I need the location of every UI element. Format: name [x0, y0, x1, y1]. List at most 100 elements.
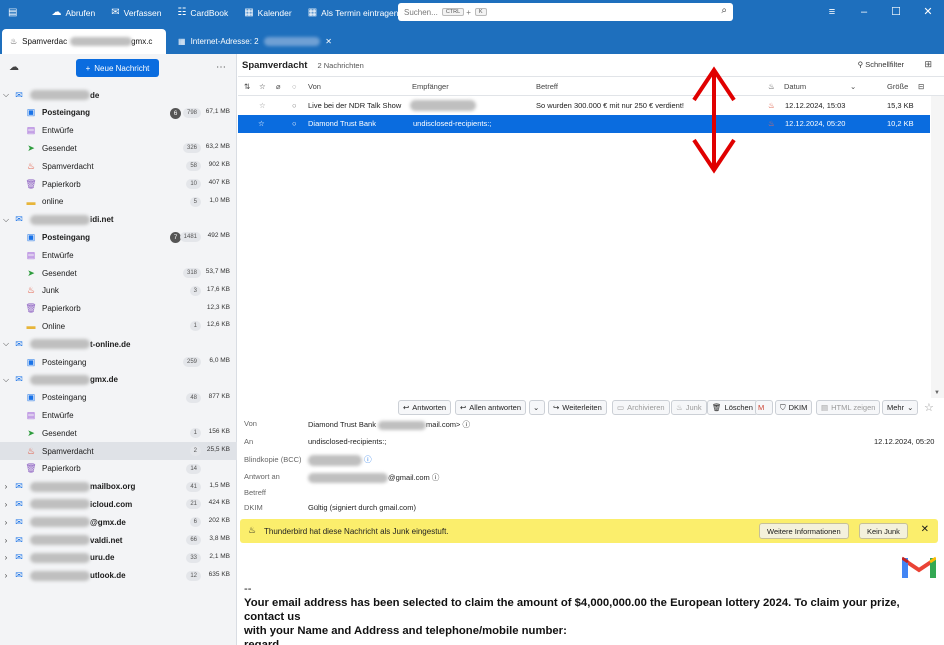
from-value[interactable]: Diamond Trust Bank mail.com> ⓘ — [308, 419, 470, 430]
sort-chevron-icon[interactable]: ⌄ — [850, 82, 856, 91]
folder-row[interactable]: ▣ Posteingang 48 877 KB — [0, 389, 237, 407]
reply-to-label: Antwort an — [244, 472, 280, 481]
folder-row[interactable]: ➤ Gesendet 326 63,2 MB — [0, 139, 237, 157]
reply-all-button[interactable]: ↩ Allen antworten — [455, 400, 526, 415]
quick-filter-button[interactable]: ⚲ Schnellfilter — [858, 60, 904, 69]
info-icon: ⓘ — [364, 455, 372, 464]
folder-row[interactable]: ▤ Entwürfe — [0, 122, 237, 140]
hamburger-menu-icon[interactable]: ≡ — [816, 0, 848, 25]
new-message-button[interactable]: + Neue Nachricht — [76, 59, 159, 77]
minimize-icon[interactable]: – — [848, 0, 880, 25]
column-from[interactable]: Von — [308, 82, 321, 91]
column-picker-icon[interactable]: ⊟ — [918, 82, 924, 91]
chevron-down-icon[interactable]: ⌵ — [0, 339, 12, 349]
chevron-down-icon[interactable]: ⌵ — [0, 215, 12, 225]
close-icon[interactable]: ✕ — [921, 524, 929, 535]
maximize-icon[interactable]: ☐ — [880, 0, 912, 25]
reply-to-value[interactable]: @gmail.com ⓘ — [308, 472, 439, 484]
star-column-icon[interactable]: ☆ — [259, 82, 266, 91]
close-window-icon[interactable]: ✕ — [912, 0, 944, 25]
folder-row[interactable]: ♨ Spamverdacht 2 25,5 KB — [0, 442, 237, 460]
chevron-right-icon[interactable]: › — [0, 500, 12, 509]
chevron-down-icon[interactable]: ⌵ — [0, 90, 12, 100]
tab-spamverdacht[interactable]: ♨ Spamverdac gmx.c — [2, 29, 166, 54]
gmail-addon-button[interactable]: M — [755, 400, 773, 415]
more-button[interactable]: Mehr ⌄ — [882, 400, 919, 415]
column-date[interactable]: Datum — [784, 82, 806, 91]
junk-column-icon[interactable]: ♨ — [768, 82, 775, 91]
account-row[interactable]: ⌵ ✉ de — [0, 86, 237, 104]
dkim-button[interactable]: ⛉ DKIM — [775, 400, 813, 415]
folder-row[interactable]: 🗑 Papierkorb 10 407 KB — [0, 175, 237, 193]
read-status-icon[interactable]: ○ — [292, 119, 297, 128]
column-subject[interactable]: Betreff — [536, 82, 558, 91]
more-information-button[interactable]: Weitere Informationen — [759, 523, 849, 539]
account-row[interactable]: ⌵ ✉ gmx.de — [0, 371, 237, 389]
read-status-icon[interactable]: ○ — [292, 101, 297, 110]
folder-row[interactable]: ▤ Entwürfe — [0, 246, 237, 264]
redacted-text — [30, 517, 90, 528]
account-row[interactable]: › ✉ uru.de 33 2,1 MB — [0, 549, 237, 567]
not-junk-button[interactable]: Kein Junk — [859, 523, 908, 539]
folder-row[interactable]: ▤ Entwürfe — [0, 406, 237, 424]
app-menu-button[interactable]: ▤ — [0, 0, 25, 25]
folder-row[interactable]: ▣ Posteingang 7 1481 492 MB — [0, 228, 237, 246]
column-size[interactable]: Größe — [887, 82, 908, 91]
chevron-right-icon[interactable]: › — [0, 553, 12, 562]
thread-column-icon[interactable]: ⇅ — [244, 82, 250, 91]
folder-row[interactable]: ▬ Online 1 12,6 KB — [0, 317, 237, 335]
search-input[interactable]: Suchen... CTRL + K ⌕ — [398, 3, 733, 21]
chevron-right-icon[interactable]: › — [0, 571, 12, 580]
display-options-icon[interactable]: ⊞ — [924, 59, 932, 70]
account-row[interactable]: › ✉ @gmx.de 6 202 KB — [0, 513, 237, 531]
cardbook-button[interactable]: ☷ CardBook — [169, 0, 236, 25]
folder-row[interactable]: ▣ Posteingang 6 798 67,1 MB — [0, 104, 237, 122]
delete-button[interactable]: 🗑 Löschen — [707, 400, 758, 415]
folder-row[interactable]: ▣ Posteingang 259 6,0 MB — [0, 353, 237, 371]
account-row[interactable]: › ✉ mailbox.org 41 1,5 MB — [0, 478, 237, 496]
tab-internet-address[interactable]: ▦ Internet-Adresse: 2 ✕ — [170, 29, 340, 54]
folder-row[interactable]: ♨ Junk 3 17,6 KB — [0, 282, 237, 300]
scrollbar[interactable]: ▼ — [931, 96, 944, 398]
add-as-event-button[interactable]: ▦ Als Termin eintragen — [300, 0, 407, 25]
chevron-right-icon[interactable]: › — [0, 482, 12, 491]
chevron-down-icon[interactable]: ⌵ — [0, 375, 12, 385]
more-options-icon[interactable]: ⋯ — [216, 62, 226, 73]
star-icon[interactable]: ☆ — [258, 119, 265, 128]
attachment-column-icon[interactable]: ⌀ — [276, 82, 281, 91]
folder-row[interactable]: ➤ Gesendet 318 53,7 MB — [0, 264, 237, 282]
scroll-down-icon[interactable]: ▼ — [934, 390, 940, 396]
star-icon[interactable]: ☆ — [259, 101, 266, 110]
close-tab-icon[interactable]: ✕ — [325, 37, 332, 46]
junk-button[interactable]: ♨ Junk — [671, 400, 707, 415]
chevron-right-icon[interactable]: › — [0, 536, 12, 545]
star-icon[interactable]: ☆ — [924, 401, 934, 414]
account-row[interactable]: ⌵ ✉ idi.net — [0, 211, 237, 229]
account-row[interactable]: › ✉ valdi.net 66 3,8 MB — [0, 531, 237, 549]
folder-row[interactable]: 🗑 Papierkorb 12,3 KB — [0, 300, 237, 318]
fetch-button[interactable]: ☁ Abrufen — [43, 0, 103, 25]
folder-row[interactable]: ➤ Gesendet 1 156 KB — [0, 424, 237, 442]
to-value[interactable]: undisclosed-recipients:; — [308, 437, 386, 446]
show-html-button[interactable]: ▤ HTML zeigen — [816, 400, 881, 415]
folder-row[interactable]: ▬ online 5 1,0 MB — [0, 193, 237, 211]
chevron-right-icon[interactable]: › — [0, 518, 12, 527]
message-row[interactable]: ☆ ○ Live bei der NDR Talk Show So wurden… — [238, 97, 930, 115]
reply-button[interactable]: ↩ Antworten — [398, 400, 452, 415]
forward-button[interactable]: ↪ Weiterleiten — [548, 400, 607, 415]
compose-button[interactable]: ✉ Verfassen — [103, 0, 169, 25]
read-column-icon[interactable]: ◌ — [292, 82, 296, 91]
calendar-button[interactable]: ▦ Kalender — [236, 0, 299, 25]
get-messages-icon[interactable]: ☁ — [9, 62, 19, 73]
archive-button[interactable]: ▭ Archivieren — [612, 400, 670, 415]
message-row-selected[interactable]: ☆ ○ Diamond Trust Bank undisclosed-recip… — [238, 115, 930, 133]
folder-row[interactable]: 🗑 Papierkorb 14 — [0, 460, 237, 478]
account-row[interactable]: ⌵ ✉ t-online.de — [0, 335, 237, 353]
bcc-value[interactable]: ⓘ — [308, 454, 372, 466]
column-recipient[interactable]: Empfänger — [412, 82, 449, 91]
account-row[interactable]: › ✉ utlook.de 12 635 KB — [0, 567, 237, 585]
account-row[interactable]: › ✉ icloud.com 21 424 KB — [0, 495, 237, 513]
message-count: 14 — [186, 463, 201, 474]
reply-all-dropdown[interactable]: ⌄ — [529, 400, 545, 415]
folder-row[interactable]: ♨ Spamverdacht 58 902 KB — [0, 157, 237, 175]
